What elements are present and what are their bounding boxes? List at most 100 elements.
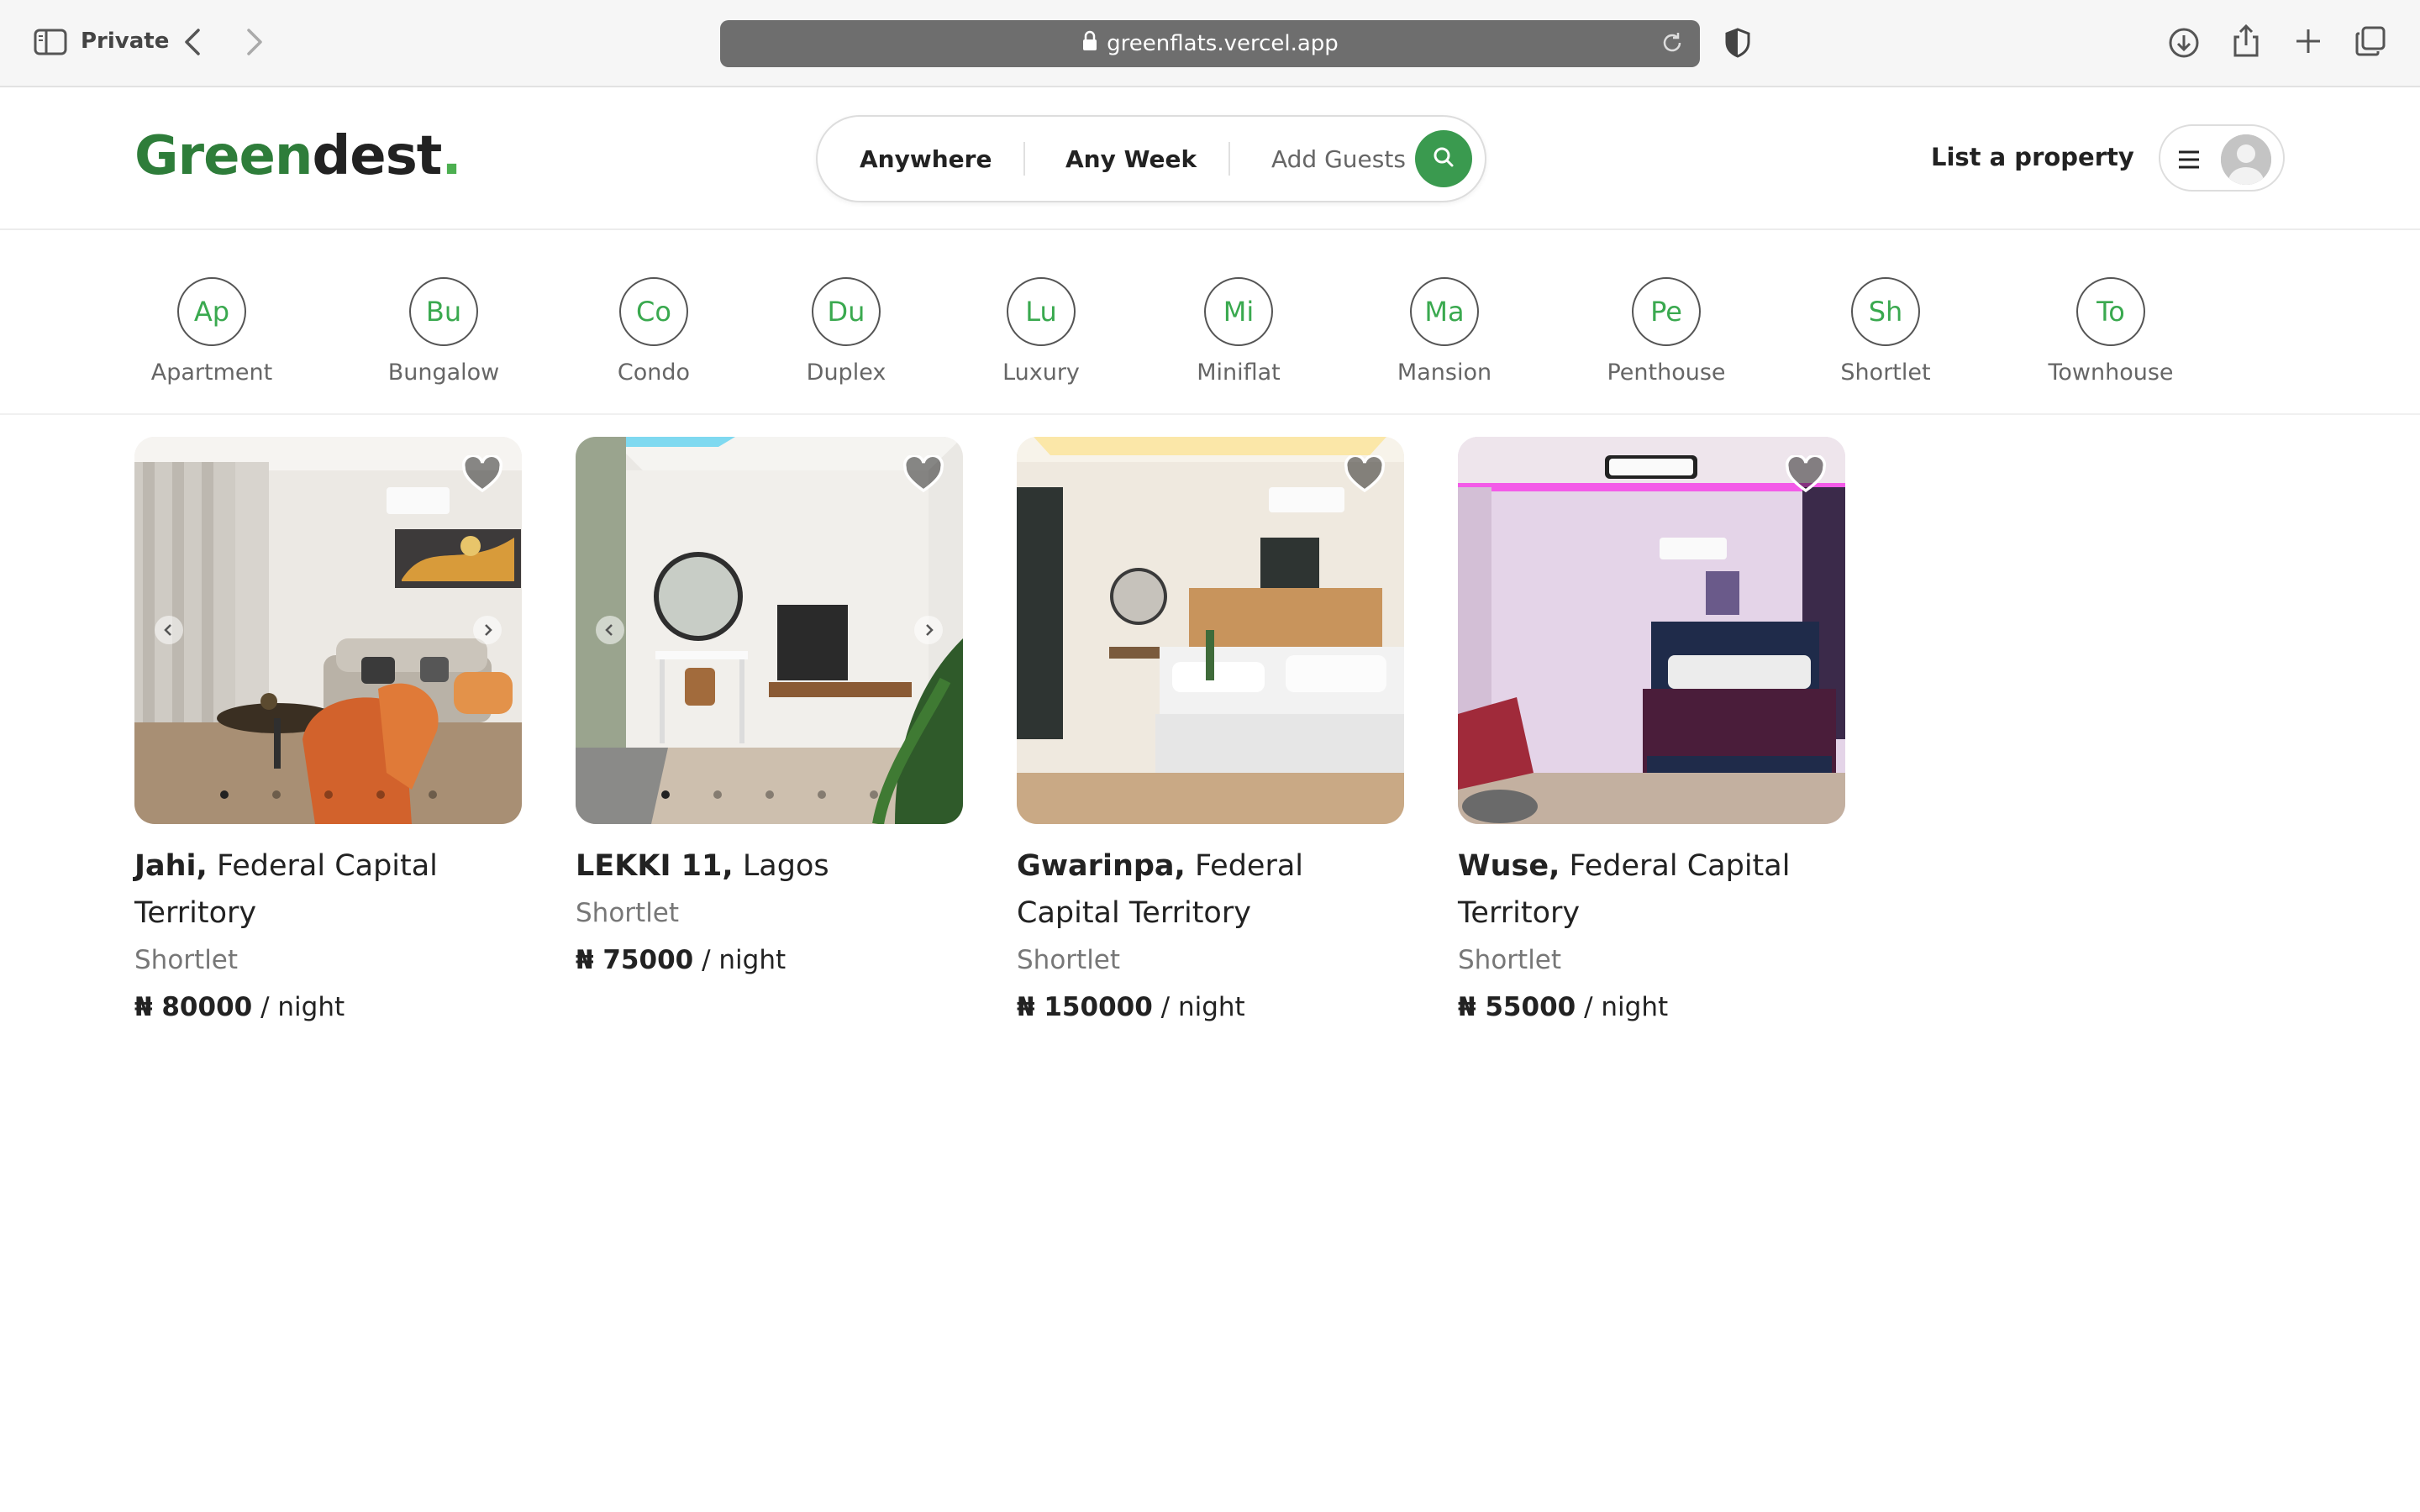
category-icon: Bu (409, 277, 478, 346)
category-mansion[interactable]: Ma Mansion (1360, 277, 1528, 386)
back-icon[interactable] (183, 27, 202, 57)
category-icon: Lu (1007, 277, 1076, 346)
category-label: Townhouse (2048, 360, 2174, 386)
guests-filter[interactable]: Add Guests (1271, 117, 1406, 201)
shield-icon[interactable] (1724, 27, 1751, 59)
listing-title[interactable]: Gwarinpa, Federal Capital Territory (1017, 843, 1404, 937)
category-label: Shortlet (1840, 360, 1931, 386)
listing-title[interactable]: Wuse, Federal Capital Territory (1458, 843, 1845, 937)
category-icon: Sh (1851, 277, 1920, 346)
photo-pagination (134, 790, 522, 799)
address-bar[interactable]: greenflats.vercel.app (720, 20, 1700, 67)
tab-overview-icon[interactable] (2354, 25, 2386, 57)
pagination-dot[interactable] (660, 790, 670, 799)
browser-toolbar: Private greenflats.vercel.app (0, 0, 2420, 87)
sidebar-toggle-icon[interactable] (34, 29, 67, 55)
favorite-heart-icon[interactable] (1344, 454, 1386, 497)
logo[interactable]: Greendest. (134, 125, 462, 187)
pagination-dot[interactable] (869, 790, 878, 799)
price-unit: / night (1160, 992, 1245, 1022)
listing-card[interactable]: LEKKI 11, Lagos Shortlet ₦ 75000 / night (576, 437, 963, 975)
listing-photo[interactable] (134, 437, 522, 824)
pagination-dot[interactable] (271, 790, 281, 799)
listing-photo[interactable] (576, 437, 963, 824)
listing-photo[interactable] (1017, 437, 1404, 824)
listing-price: ₦ 150000 / night (1017, 992, 1404, 1022)
price-amount: ₦ 75000 (576, 945, 694, 975)
pagination-dot[interactable] (428, 790, 437, 799)
logo-green-part: Green (134, 125, 313, 187)
price-unit: / night (702, 945, 786, 975)
category-bar: Ap Apartment Bu Bungalow Co Condo Du Dup… (0, 230, 2420, 415)
category-luxury[interactable]: Lu Luxury (957, 277, 1125, 386)
category-icon: Ma (1410, 277, 1479, 346)
listing-area: Gwarinpa, (1017, 849, 1186, 883)
logo-dark-part: dest (312, 125, 442, 187)
category-icon: To (2076, 277, 2145, 346)
category-penthouse[interactable]: Pe Penthouse (1582, 277, 1750, 386)
category-label: Penthouse (1607, 360, 1726, 386)
listing-card[interactable]: Wuse, Federal Capital Territory Shortlet… (1458, 437, 1845, 1022)
favorite-heart-icon[interactable] (902, 454, 944, 497)
listing-area: LEKKI 11, (576, 849, 734, 883)
price-amount: ₦ 150000 (1017, 992, 1153, 1022)
previous-photo-icon[interactable] (155, 616, 183, 644)
category-shortlet[interactable]: Sh Shortlet (1802, 277, 1970, 386)
pagination-dot[interactable] (376, 790, 385, 799)
location-filter[interactable]: Anywhere (860, 117, 992, 201)
pagination-dot[interactable] (219, 790, 229, 799)
category-label: Apartment (150, 360, 273, 386)
reload-icon[interactable] (1660, 30, 1685, 61)
lock-icon (1081, 30, 1098, 58)
private-label: Private (81, 29, 170, 54)
price-unit: / night (260, 992, 345, 1022)
favorite-heart-icon[interactable] (1785, 454, 1827, 497)
next-photo-icon[interactable] (914, 616, 943, 644)
listing-card[interactable]: Jahi, Federal Capital Territory Shortlet… (134, 437, 522, 1022)
category-condo[interactable]: Co Condo (570, 277, 738, 386)
listing-photo[interactable] (1458, 437, 1845, 824)
url-text: greenflats.vercel.app (1107, 31, 1339, 56)
pagination-dot[interactable] (765, 790, 774, 799)
price-amount: ₦ 55000 (1458, 992, 1576, 1022)
category-miniflat[interactable]: Mi Miniflat (1155, 277, 1323, 386)
previous-photo-icon[interactable] (596, 616, 624, 644)
category-icon: Pe (1632, 277, 1701, 346)
category-icon: Mi (1204, 277, 1273, 346)
forward-icon[interactable] (245, 27, 264, 57)
pagination-dot[interactable] (324, 790, 333, 799)
next-photo-icon[interactable] (473, 616, 502, 644)
listing-title[interactable]: LEKKI 11, Lagos (576, 843, 963, 890)
category-label: Condo (617, 360, 691, 386)
listing-price: ₦ 75000 / night (576, 945, 963, 975)
search-button[interactable] (1415, 130, 1472, 187)
listing-title[interactable]: Jahi, Federal Capital Territory (134, 843, 522, 937)
list-property-link[interactable]: List a property (1931, 143, 2134, 171)
category-townhouse[interactable]: To Townhouse (2027, 277, 2195, 386)
pagination-dot[interactable] (713, 790, 722, 799)
category-duplex[interactable]: Du Duplex (762, 277, 930, 386)
category-label: Mansion (1397, 360, 1492, 386)
search-divider (1228, 142, 1230, 176)
pagination-dot[interactable] (817, 790, 826, 799)
category-icon: Co (619, 277, 688, 346)
share-icon[interactable] (2232, 24, 2260, 59)
category-bungalow[interactable]: Bu Bungalow (360, 277, 528, 386)
category-apartment[interactable]: Ap Apartment (128, 277, 296, 386)
user-menu-button[interactable] (2159, 124, 2285, 192)
search-icon (1431, 144, 1456, 173)
listing-card[interactable]: Gwarinpa, Federal Capital Territory Shor… (1017, 437, 1404, 1022)
week-filter[interactable]: Any Week (1065, 117, 1197, 201)
search-bar[interactable]: Anywhere Any Week Add Guests (816, 115, 1486, 202)
listing-area: Jahi, (134, 849, 208, 883)
search-divider (1023, 142, 1025, 176)
listing-city: Lagos (742, 849, 829, 883)
new-tab-icon[interactable] (2294, 27, 2323, 55)
photo-pagination (576, 790, 963, 799)
download-icon[interactable] (2168, 27, 2200, 59)
favorite-heart-icon[interactable] (461, 454, 503, 497)
menu-icon (2177, 144, 2201, 178)
listing-type: Shortlet (1017, 945, 1121, 975)
avatar (2221, 134, 2271, 185)
category-icon: Du (812, 277, 881, 346)
